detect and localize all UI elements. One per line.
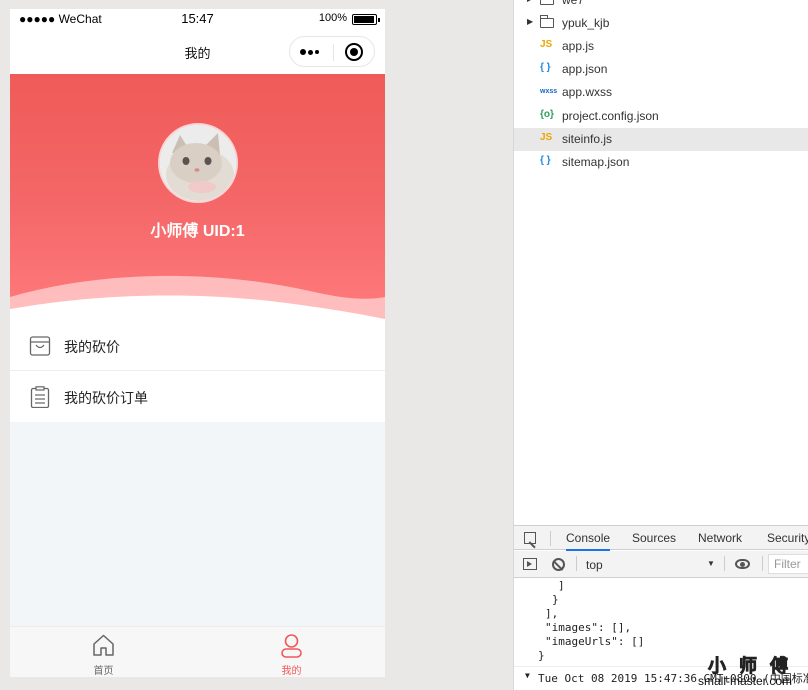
tab-label: 我的 xyxy=(281,666,302,677)
tree-item-label: app.wxss xyxy=(562,85,613,99)
inspect-element-icon[interactable] xyxy=(524,532,536,544)
tree-item-label: app.json xyxy=(562,62,608,76)
more-icon[interactable] xyxy=(300,48,322,56)
menu-item-my-bargains[interactable]: 我的砍价 xyxy=(10,320,385,371)
tree-item-label: siteinfo.js xyxy=(562,132,613,146)
tree-item-folder[interactable]: ▶ ypuk_kjb xyxy=(514,12,808,35)
tree-item-folder[interactable]: ▶ we7 xyxy=(514,0,808,12)
divider xyxy=(762,556,763,571)
watermark-site: small-master.com xyxy=(698,674,793,688)
divider xyxy=(550,531,551,546)
home-icon xyxy=(93,634,114,656)
filter-input[interactable]: Filter xyxy=(768,554,808,574)
tab-home[interactable]: 首页 xyxy=(10,627,197,677)
context-selector[interactable]: top xyxy=(586,558,603,572)
tab-mine[interactable]: 我的 xyxy=(198,627,385,677)
mini-program-capsule xyxy=(289,36,375,67)
js-file-icon: JS xyxy=(540,132,553,143)
tab-bar: 首页 我的 xyxy=(10,626,385,677)
tree-item-file[interactable]: { } app.json xyxy=(514,58,808,81)
collapse-arrow-icon[interactable]: ▼ xyxy=(525,671,530,680)
close-icon[interactable] xyxy=(345,43,363,61)
phone-simulator: ●●●●● WeChat 15:47 100% 我的 小师傅 UID:1 我的砍… xyxy=(10,9,385,677)
tree-item-label: ypuk_kjb xyxy=(562,16,610,30)
username: 小师傅 UID:1 xyxy=(150,223,245,240)
console-line: } xyxy=(552,593,559,606)
json-file-icon: { } xyxy=(540,62,551,73)
menu-item-label: 我的砍价 xyxy=(64,339,120,355)
folder-icon xyxy=(540,0,554,5)
battery-percent: 100% xyxy=(318,12,347,24)
watermark: 小 师 傅 small-master.com xyxy=(698,652,808,690)
expand-arrow-icon[interactable]: ▶ xyxy=(527,0,533,3)
bag-icon xyxy=(29,336,51,356)
expand-arrow-icon[interactable]: ▶ xyxy=(527,17,533,26)
menu-item-label: 我的砍价订单 xyxy=(64,390,148,406)
nav-bar: 我的 xyxy=(10,29,385,74)
devtools-tabs: Console Sources Network Security xyxy=(514,525,808,551)
tab-network[interactable]: Network xyxy=(698,531,742,545)
avatar[interactable] xyxy=(158,123,238,203)
menu-item-my-bargain-orders[interactable]: 我的砍价订单 xyxy=(10,371,385,422)
tab-label: 首页 xyxy=(93,666,114,677)
console-line: "images": [], xyxy=(545,621,632,634)
divider xyxy=(724,556,725,571)
tree-item-file-selected[interactable]: JS siteinfo.js xyxy=(514,128,808,151)
capsule-divider xyxy=(333,44,334,61)
console-line: } xyxy=(538,649,545,662)
screen: ●●●●● WeChat 15:47 100% 我的 小师傅 UID:1 我的砍… xyxy=(0,0,808,690)
tree-item-label: project.config.json xyxy=(562,109,659,123)
js-file-icon: JS xyxy=(540,39,553,50)
json-file-icon: { } xyxy=(540,155,551,166)
divider xyxy=(576,556,577,571)
tree-item-file[interactable]: wxss app.wxss xyxy=(514,81,808,104)
battery-icon xyxy=(352,14,380,25)
user-icon xyxy=(281,634,302,658)
status-bar: ●●●●● WeChat 15:47 100% xyxy=(10,9,385,29)
clear-console-icon[interactable] xyxy=(552,558,565,571)
folder-icon xyxy=(540,15,554,28)
console-toolbar: top ▼ Filter xyxy=(514,551,808,578)
dropdown-caret-icon[interactable]: ▼ xyxy=(707,559,715,568)
clipboard-icon xyxy=(30,386,50,408)
wxss-file-icon: wxss xyxy=(540,88,558,95)
menu-list: 我的砍价 我的砍价订单 xyxy=(10,320,385,422)
wave-decoration xyxy=(10,275,385,321)
tree-item-label: we7 xyxy=(562,0,585,7)
tree-item-file[interactable]: JS app.js xyxy=(514,35,808,58)
config-file-icon: {o} xyxy=(540,109,554,120)
tree-item-file[interactable]: { } sitemap.json xyxy=(514,151,808,174)
console-line: "imageUrls": [] xyxy=(545,635,645,648)
tab-sources[interactable]: Sources xyxy=(632,531,676,545)
devtools-panel: ▶ we7 ▶ ypuk_kjb JS app.js { } app.json … xyxy=(513,0,808,690)
live-expression-eye-icon[interactable] xyxy=(735,559,750,569)
tab-console[interactable]: Console xyxy=(566,531,611,551)
tree-item-label: sitemap.json xyxy=(562,155,630,169)
tree-item-label: app.js xyxy=(562,39,595,53)
show-sidebar-icon[interactable] xyxy=(523,558,537,570)
tree-item-file[interactable]: {o} project.config.json xyxy=(514,105,808,128)
console-line: ] xyxy=(558,579,565,592)
cat-photo xyxy=(160,125,236,201)
console-line: ], xyxy=(545,607,559,620)
tab-security[interactable]: Security xyxy=(767,531,808,545)
